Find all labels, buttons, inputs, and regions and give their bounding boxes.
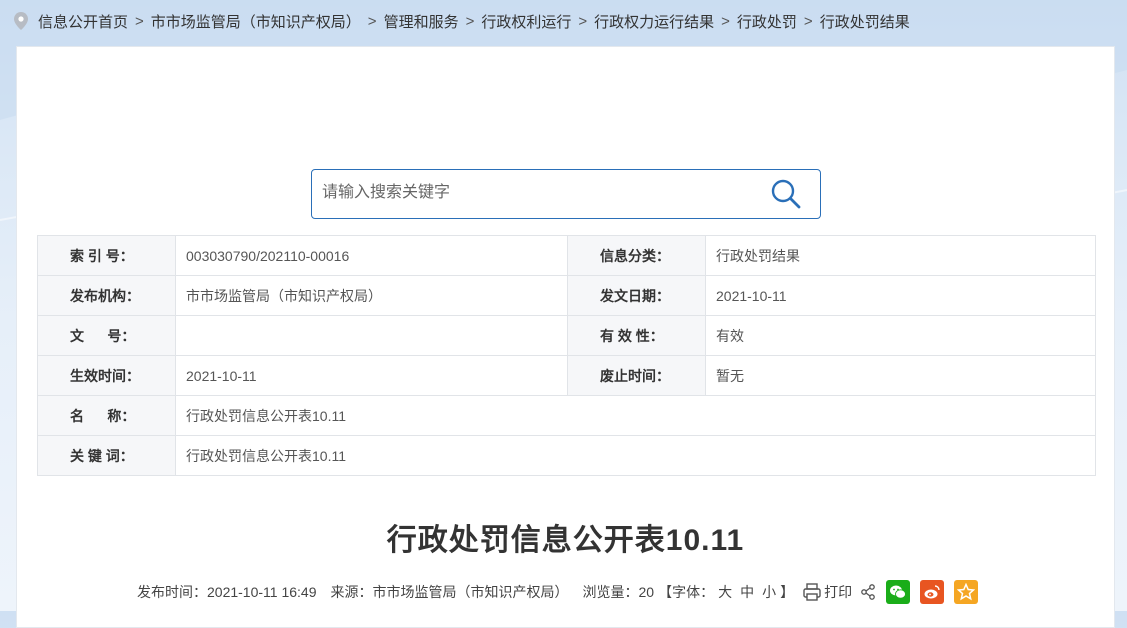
print-icon	[803, 583, 821, 601]
breadcrumb-separator: >	[578, 12, 588, 30]
location-pin-icon	[14, 12, 28, 30]
breadcrumb-department[interactable]: 市市场监管局（市知识产权局）	[151, 11, 361, 32]
wechat-icon	[890, 585, 906, 599]
index-number-value: 003030790/202110-00016	[175, 235, 568, 276]
expiry-date-label: 废止时间：	[567, 355, 706, 396]
weibo-icon	[924, 585, 940, 599]
print-button[interactable]: 打印	[802, 582, 852, 602]
breadcrumb-separator: >	[367, 12, 377, 30]
breadcrumb-separator: >	[135, 12, 144, 30]
source-label: 来源：	[330, 584, 373, 600]
views-count: 20	[638, 584, 655, 600]
category-value: 行政处罚结果	[705, 235, 1096, 276]
table-row: 索 引 号： 003030790/202110-00016 信息分类： 行政处罚…	[37, 235, 1096, 276]
table-row: 发布机构： 市市场监管局（市知识产权局） 发文日期： 2021-10-11	[37, 275, 1096, 316]
breadcrumb-penalty-results[interactable]: 行政处罚结果	[820, 11, 910, 32]
name-value: 行政处罚信息公开表10.11	[175, 395, 1096, 436]
issue-date-value: 2021-10-11	[705, 275, 1096, 316]
document-metadata-table: 索 引 号： 003030790/202110-00016 信息分类： 行政处罚…	[37, 235, 1096, 476]
validity-label: 有 效 性：	[567, 315, 706, 356]
keywords-value: 行政处罚信息公开表10.11	[175, 435, 1096, 476]
search-input[interactable]	[312, 170, 762, 216]
breadcrumb-admin-power-results[interactable]: 行政权力运行结果	[594, 11, 714, 32]
font-size-small[interactable]: 小	[762, 584, 776, 600]
breadcrumb-separator: >	[803, 12, 813, 30]
breadcrumb: 信息公开首页 > 市市场监管局（市知识产权局） > 管理和服务 > 行政权利运行…	[14, 10, 910, 32]
article-title: 行政处罚信息公开表10.11	[386, 524, 745, 557]
source-value: 市市场监管局（市知识产权局）	[372, 584, 569, 600]
document-number-value	[175, 315, 568, 356]
issue-date-label: 发文日期：	[567, 275, 706, 316]
publisher-value: 市市场监管局（市知识产权局）	[175, 275, 568, 316]
keywords-label: 关 键 词：	[37, 435, 176, 476]
favorite-button[interactable]	[954, 580, 979, 604]
table-row: 生效时间： 2021-10-11 废止时间： 暂无	[37, 355, 1096, 396]
breadcrumb-management-service[interactable]: 管理和服务	[384, 11, 459, 32]
publish-time-label: 发布时间：	[137, 584, 207, 600]
document-number-label: 文 号：	[37, 315, 176, 356]
weibo-share-button[interactable]	[920, 580, 945, 604]
publisher-label: 发布机构：	[37, 275, 176, 316]
category-label: 信息分类：	[567, 235, 706, 276]
table-row: 名 称： 行政处罚信息公开表10.11	[37, 395, 1096, 436]
content-panel: 索 引 号： 003030790/202110-00016 信息分类： 行政处罚…	[16, 46, 1115, 628]
font-size-medium[interactable]: 中	[740, 584, 754, 600]
article-info-bar: 发布时间： 2021-10-11 16:49 来源： 市市场监管局（市知识产权局…	[137, 578, 979, 606]
breadcrumb-home[interactable]: 信息公开首页	[38, 11, 128, 32]
expiry-date-value: 暂无	[705, 355, 1096, 396]
search-icon[interactable]	[770, 178, 802, 210]
effective-date-value: 2021-10-11	[175, 355, 568, 396]
print-label: 打印	[824, 584, 853, 600]
validity-value: 有效	[705, 315, 1096, 356]
font-size-bracket-open: 【字体：	[658, 584, 715, 600]
font-size-large[interactable]: 大	[718, 584, 732, 600]
font-size-control: 【字体：大中小】	[658, 582, 794, 602]
breadcrumb-separator: >	[465, 12, 475, 30]
breadcrumb-admin-rights[interactable]: 行政权利运行	[481, 11, 571, 32]
table-row: 文 号： 有 效 性： 有效	[37, 315, 1096, 356]
font-size-bracket-close: 】	[780, 584, 795, 600]
name-label: 名 称：	[37, 395, 176, 436]
table-row: 关 键 词： 行政处罚信息公开表10.11	[37, 435, 1096, 476]
effective-date-label: 生效时间：	[37, 355, 176, 396]
publish-time-value: 2021-10-11 16:49	[207, 584, 317, 600]
views-label: 浏览量：	[582, 584, 639, 600]
wechat-share-button[interactable]	[886, 580, 911, 604]
index-number-label: 索 引 号：	[37, 235, 176, 276]
star-icon	[957, 583, 976, 601]
breadcrumb-admin-penalty[interactable]: 行政处罚	[737, 11, 797, 32]
search-box	[311, 169, 821, 219]
breadcrumb-separator: >	[721, 12, 730, 30]
share-icon[interactable]	[860, 584, 876, 600]
